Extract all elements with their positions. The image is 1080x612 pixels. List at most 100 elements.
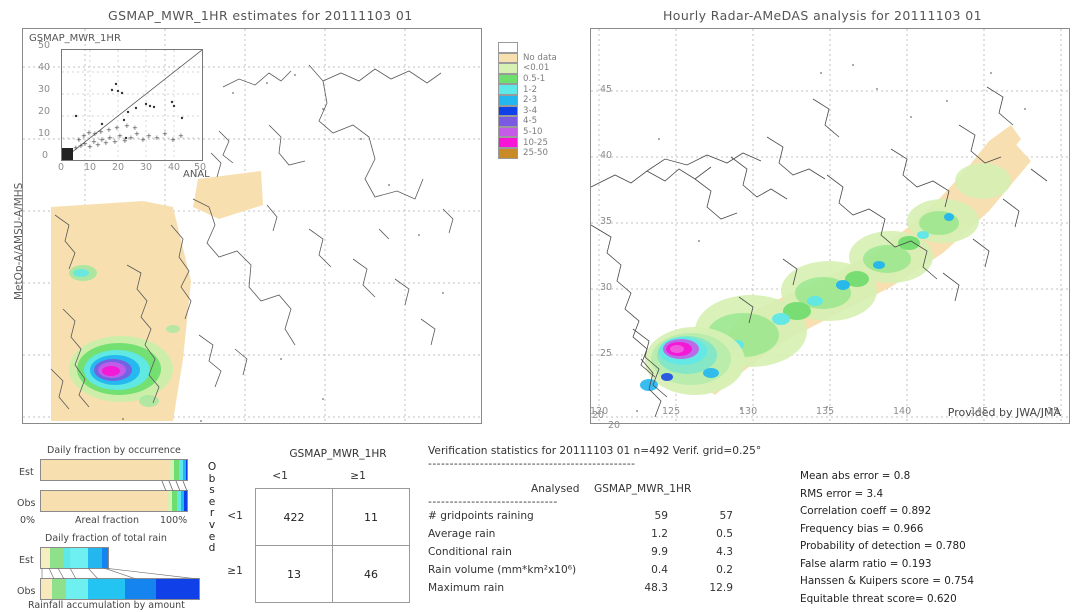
verification-row-analysed: 59: [654, 510, 668, 522]
colorbar-label: 4-5: [523, 116, 538, 127]
bar-segment-1: [52, 579, 67, 599]
svg-text:+: +: [106, 126, 112, 134]
verification-row: Conditional rain 9.9 4.3: [428, 546, 778, 564]
occurrence-bar-est[interactable]: [40, 459, 188, 481]
side-label-char: d: [208, 542, 216, 555]
side-label-char: O: [207, 461, 217, 473]
bar-segment-2: [63, 548, 71, 568]
colorbar-label: 5-10: [523, 127, 543, 138]
bar-segment-2: [66, 579, 89, 599]
verification-col-analysed: Analysed: [531, 483, 580, 495]
colorbar-label: <0.01: [523, 63, 550, 74]
contingency-col-header-0: <1: [272, 470, 288, 482]
verification-rule-2: ------------------------------: [428, 496, 558, 508]
occurrence-x-min: 0%: [20, 515, 36, 526]
colorbar-entry-8: 5-10: [498, 126, 557, 138]
bar-segment-0: [41, 548, 51, 568]
colorbar-swatch: [498, 126, 518, 138]
svg-text:+: +: [170, 136, 176, 144]
score-line-5: False alarm ratio = 0.193: [800, 557, 932, 570]
colorbar-label: 10-25: [523, 137, 548, 148]
verification-row-name: # gridpoints raining: [428, 510, 534, 522]
amount-bar-obs[interactable]: [40, 578, 200, 600]
colorbar-swatch: [498, 42, 518, 53]
colorbar-entry-4: 1-2: [498, 84, 557, 95]
scores-list: Mean abs error = 0.8 RMS error = 3.4 Corre…: [800, 470, 974, 610]
amount-chart-title: Daily fraction of total rain: [45, 533, 167, 544]
colorbar-label: 1-2: [523, 84, 538, 95]
bar-segment-5: [184, 491, 187, 511]
contingency-cell-false-alarm: 11: [332, 488, 410, 546]
verification-row-name: Maximum rain: [428, 582, 505, 594]
verification-row-analysed: 0.4: [651, 564, 668, 576]
verification-row-analysed: 1.2: [651, 528, 668, 540]
verification-row-name: Conditional rain: [428, 546, 512, 558]
colorbar-entry-7: 4-5: [498, 116, 557, 127]
bar-segment-0: [41, 491, 169, 511]
colorbar-swatch: [498, 84, 518, 95]
bar-segment-4: [124, 579, 157, 599]
colorbar-label: 3-4: [523, 105, 538, 116]
amount-bar-est[interactable]: [40, 547, 109, 569]
svg-text:+: +: [146, 132, 152, 140]
colorbar-entry-1: No data: [498, 52, 557, 64]
score-line-4: Probability of detection = 0.780: [800, 540, 966, 552]
verification-row: Average rain 1.2 0.5: [428, 528, 778, 546]
colorbar-swatch: [498, 63, 518, 74]
score-line-0: Mean abs error = 0.8: [800, 470, 911, 482]
colorbar-label: No data: [523, 52, 557, 63]
colorbar-swatch: [498, 73, 518, 85]
right-map-credit: Provided by JWA/JMA: [947, 406, 1061, 419]
colorbar-entry-9: 10-25: [498, 137, 557, 148]
colorbar-entry-10: 25-50: [498, 147, 557, 159]
svg-text:+: +: [154, 134, 160, 142]
occurrence-x-label: Areal fraction: [75, 515, 140, 526]
bar-segment-3: [70, 548, 88, 568]
verification-row-name: Rain volume (mm*km²x10⁶): [428, 564, 577, 576]
svg-text:+: +: [124, 122, 130, 130]
verification-row-product: 0.5: [716, 528, 733, 540]
gsmap-estimate-map[interactable]: + + + + + + + + + + + + + + + + + + + + + + + + + + +…: [22, 28, 482, 424]
radar-amedas-map[interactable]: Provided by JWA/JMA: [590, 28, 1070, 424]
contingency-row-header-0: <1: [227, 510, 243, 522]
amount-link-lines: [41, 568, 199, 579]
svg-text:+: +: [114, 124, 120, 132]
colorbar-label: 2-3: [523, 95, 538, 106]
verification-row: Maximum rain 48.3 12.9: [428, 582, 778, 600]
occurrence-bar-obs[interactable]: [40, 490, 188, 512]
verification-row-analysed: 48.3: [644, 582, 668, 594]
bar-segment-1: [50, 548, 64, 568]
contingency-cell-hit: 46: [332, 545, 410, 603]
occurrence-chart-title: Daily fraction by occurrence: [47, 445, 181, 456]
contingency-cell-hit-none: 422: [255, 488, 333, 546]
verification-row: Rain volume (mm*km²x10⁶) 0.4 0.2: [428, 564, 778, 582]
contingency-table[interactable]: 422 11 13 46: [255, 488, 410, 603]
score-line-7: Equitable threat score= 0.620: [800, 592, 957, 605]
bar-segment-5: [102, 548, 108, 568]
verification-row-product: 0.2: [716, 564, 733, 576]
bar-segment-3: [88, 579, 125, 599]
svg-text:+: +: [132, 124, 138, 132]
right-map-rainfall-field: [591, 29, 1069, 423]
verification-col-product: GSMAP_MWR_1HR: [594, 483, 692, 495]
scatter-inset[interactable]: + + + + + + + + + + + + + + + + + + + + + + + + + + +…: [61, 49, 203, 161]
verification-rule-1: ----------------------------------------…: [428, 458, 636, 470]
bar-segment-5: [185, 460, 187, 480]
verification-row: # gridpoints raining 59 57: [428, 510, 778, 528]
occurrence-link-hatch: [161, 481, 188, 491]
verification-row-product: 12.9: [709, 582, 733, 594]
verification-header: Verification statistics for 20111103 01 …: [428, 445, 762, 457]
amount-x-label: Rainfall accumulation by amount: [28, 600, 185, 611]
bar-segment-4: [87, 548, 103, 568]
colorbar-swatch: [498, 94, 518, 106]
colorbar-swatch: [498, 147, 518, 159]
colorbar-entry-2: <0.01: [498, 63, 557, 74]
occurrence-obs-label: Obs: [17, 498, 36, 509]
occurrence-est-label: Est: [19, 467, 34, 478]
contingency-cell-miss: 13: [255, 545, 333, 603]
precipitation-colorbar[interactable]: No data <0.01 0.5-1 1-2 2-3 3-4 4-5 5-10 10-25 25…: [498, 42, 557, 159]
bar-segment-0: [41, 579, 53, 599]
amount-obs-label: Obs: [17, 586, 36, 597]
verification-rows: # gridpoints raining 59 57 Average rain 1.2 0…: [428, 510, 778, 600]
bar-segment-0: [41, 460, 170, 480]
